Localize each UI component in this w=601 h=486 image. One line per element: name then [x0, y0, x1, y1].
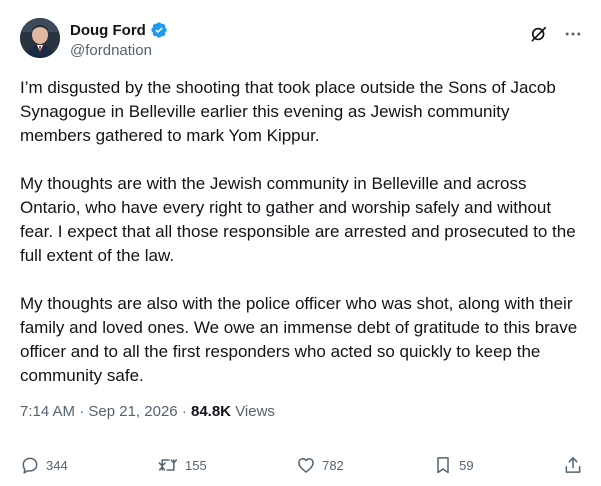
tweet-time[interactable]: 7:14 AM	[20, 403, 75, 420]
heart-icon	[296, 455, 316, 475]
tweet-text: I’m disgusted by the shooting that took …	[20, 76, 580, 412]
tweet-meta: 7:14 AM · Sep 21, 2026 · 84.8K Views	[20, 403, 275, 420]
like-count: 782	[322, 457, 344, 473]
bookmark-button[interactable]: 59	[433, 455, 474, 475]
meta-separator: ·	[79, 403, 89, 420]
avatar[interactable]	[20, 18, 60, 58]
share-button[interactable]	[563, 455, 583, 475]
tweet-paragraph: My thoughts are with the Jewish communit…	[20, 174, 576, 265]
handle[interactable]: @fordnation	[70, 42, 168, 59]
views-label: Views	[235, 403, 275, 420]
avatar-image	[20, 18, 60, 58]
display-name[interactable]: Doug Ford	[70, 22, 146, 39]
reply-icon	[20, 455, 40, 475]
like-button[interactable]: 782	[296, 455, 344, 475]
more-icon[interactable]	[563, 24, 583, 44]
tweet: Doug Ford @fordnation I’m disgusted by t…	[0, 0, 601, 486]
bookmark-count: 59	[459, 457, 474, 473]
reply-button[interactable]: 344	[20, 455, 68, 475]
views-count[interactable]: 84.8K	[191, 403, 231, 420]
bookmark-icon	[433, 455, 453, 475]
repost-button[interactable]: 155	[157, 455, 207, 475]
repost-icon	[157, 455, 179, 475]
reply-count: 344	[46, 457, 68, 473]
tweet-paragraph: My thoughts are also with the police off…	[20, 294, 578, 385]
meta-separator: ·	[181, 403, 191, 420]
verified-badge-icon	[150, 21, 168, 39]
top-actions	[529, 24, 583, 44]
grok-icon[interactable]	[529, 24, 549, 44]
tweet-paragraph: I’m disgusted by the shooting that took …	[20, 78, 556, 145]
tweet-date[interactable]: Sep 21, 2026	[88, 403, 177, 420]
share-icon	[563, 455, 583, 475]
author-block: Doug Ford @fordnation	[70, 20, 168, 59]
action-bar: 344 155 782 59	[20, 452, 583, 478]
repost-count: 155	[185, 457, 207, 473]
name-row: Doug Ford	[70, 20, 168, 40]
